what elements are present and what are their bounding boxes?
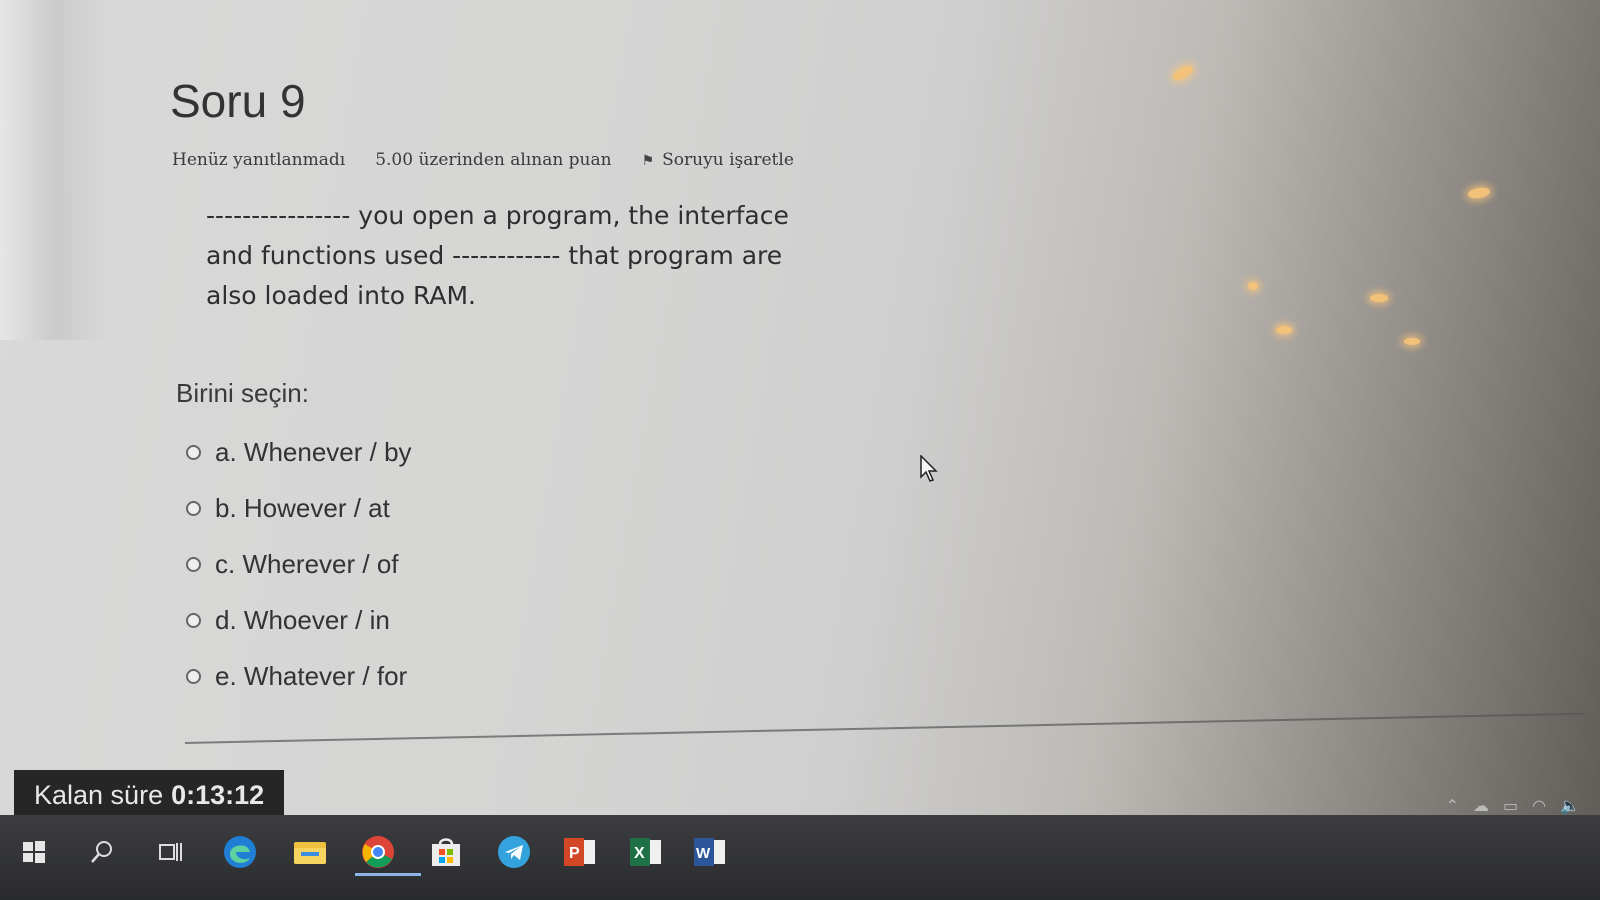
light-reflection <box>1404 338 1420 345</box>
cloud-icon[interactable]: ☁ <box>1473 796 1489 815</box>
option-label: a. Whenever / by <box>215 436 412 467</box>
timer-label: Kalan süre <box>34 779 164 810</box>
divider <box>184 712 1585 744</box>
option-a[interactable]: a. Whenever / by <box>186 424 412 480</box>
active-app-indicator <box>355 873 421 876</box>
question-info: Henüz yanıtlanmadı 5.00 üzerinden alınan… <box>172 150 794 170</box>
file-explorer-icon[interactable] <box>290 832 330 872</box>
light-reflection <box>1370 294 1388 302</box>
option-c[interactable]: c. Wherever / of <box>186 536 412 592</box>
edge-icon[interactable] <box>220 832 260 872</box>
svg-text:W: W <box>696 845 711 862</box>
radio-button[interactable] <box>186 612 201 628</box>
chrome-icon[interactable] <box>358 832 398 872</box>
question-points: 5.00 üzerinden alınan puan <box>375 150 612 170</box>
mouse-pointer-icon <box>920 455 938 482</box>
windows-start-icon[interactable] <box>14 832 54 872</box>
timer-value: 0:13:12 <box>171 779 265 810</box>
flag-question-link[interactable]: ⚑ Soruyu işaretle <box>642 150 794 170</box>
option-b[interactable]: b. However / at <box>186 480 412 536</box>
option-label: d. Whoever / in <box>215 604 390 635</box>
svg-text:X: X <box>634 845 645 862</box>
light-reflection <box>1170 63 1196 83</box>
wifi-icon[interactable]: ◠ <box>1532 796 1546 815</box>
light-reflection <box>1276 326 1292 334</box>
telegram-icon[interactable] <box>494 832 534 872</box>
radio-button[interactable] <box>186 556 201 572</box>
question-text: ---------------- you open a program, the… <box>206 201 789 310</box>
chevron-up-icon[interactable]: ⌃ <box>1446 796 1459 815</box>
option-d[interactable]: d. Whoever / in <box>186 592 412 648</box>
answer-prompt: Birini seçin: <box>176 378 309 408</box>
time-remaining: Kalan süre 0:13:12 <box>14 770 285 820</box>
word-icon[interactable]: W <box>690 832 730 872</box>
question-title: Soru 9 <box>170 75 306 127</box>
light-reflection <box>1248 282 1258 290</box>
option-label: c. Wherever / of <box>215 548 399 579</box>
light-reflection <box>1467 186 1491 200</box>
radio-button[interactable] <box>186 444 201 460</box>
volume-icon[interactable]: 🔈 <box>1560 796 1580 815</box>
question-status: Henüz yanıtlanmadı <box>172 150 346 170</box>
excel-icon[interactable]: X <box>626 832 666 872</box>
svg-text:P: P <box>569 845 580 862</box>
option-label: e. Whatever / for <box>215 660 408 691</box>
answer-options: a. Whenever / by b. However / at c. Wher… <box>186 424 412 704</box>
battery-icon[interactable]: ▭ <box>1503 796 1518 815</box>
flag-icon: ⚑ <box>641 153 655 169</box>
screen-glare <box>0 0 110 340</box>
flag-question-label: Soruyu işaretle <box>662 150 794 170</box>
radio-button[interactable] <box>186 668 201 684</box>
store-icon[interactable] <box>426 832 466 872</box>
option-e[interactable]: e. Whatever / for <box>186 648 412 704</box>
radio-button[interactable] <box>186 500 201 516</box>
search-icon[interactable] <box>82 832 122 872</box>
system-tray: ⌃ ☁ ▭ ◠ 🔈 <box>1446 796 1580 815</box>
option-label: b. However / at <box>215 492 390 523</box>
powerpoint-icon[interactable]: P <box>560 832 600 872</box>
task-view-icon[interactable] <box>150 832 190 872</box>
